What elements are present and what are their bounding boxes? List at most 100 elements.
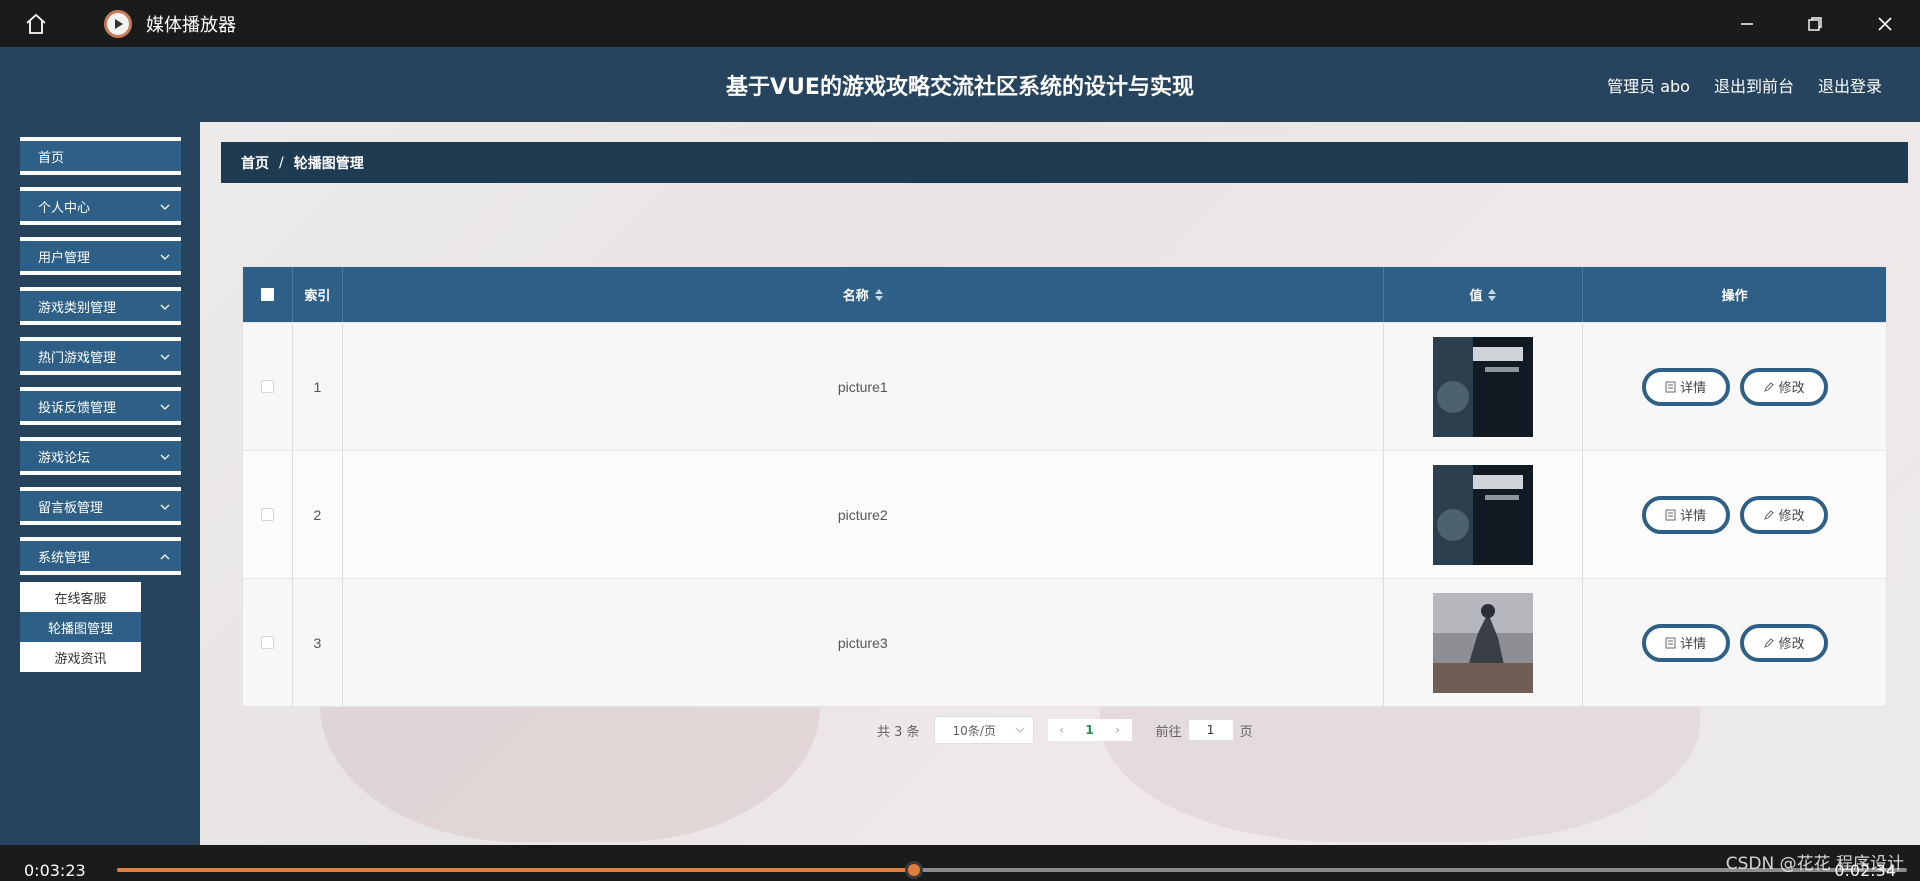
document-icon — [1665, 509, 1676, 520]
detail-button-label: 详情 — [1680, 637, 1707, 652]
header-name-label: 名称 — [842, 289, 869, 304]
detail-button[interactable]: 详情 — [1641, 623, 1730, 662]
header-index: 索引 — [293, 267, 343, 322]
restore-icon[interactable] — [1780, 0, 1850, 47]
sidebar-item-user-management[interactable]: 用户管理 — [20, 237, 181, 275]
edit-icon — [1763, 509, 1774, 520]
home-icon[interactable] — [18, 6, 54, 42]
sort-icon[interactable] — [1488, 288, 1497, 301]
header-value-label: 值 — [1469, 289, 1483, 304]
sort-icon[interactable] — [874, 288, 883, 301]
player-logo-icon — [104, 9, 132, 38]
carousel-thumbnail — [1432, 592, 1533, 693]
page-size-select[interactable]: 10条/页 — [933, 716, 1034, 744]
row-name: picture3 — [343, 579, 1384, 706]
chevron-down-icon — [160, 254, 170, 260]
back-to-front-link[interactable]: 退出到前台 — [1714, 73, 1794, 97]
logout-link[interactable]: 退出登录 — [1818, 73, 1882, 97]
breadcrumb-home[interactable]: 首页 — [241, 153, 269, 173]
chevron-down-icon — [160, 354, 170, 360]
table-row: 3 picture3 详情 修改 — [243, 578, 1886, 706]
sidebar-item-forum[interactable]: 游戏论坛 — [20, 437, 181, 475]
chevron-down-icon — [1015, 727, 1024, 733]
detail-button[interactable]: 详情 — [1641, 495, 1730, 534]
edit-button-label: 修改 — [1778, 381, 1805, 396]
watermark-text: CSDN @花花 程序设计 — [1725, 854, 1904, 874]
chevron-down-icon — [160, 204, 170, 210]
row-value-image — [1384, 579, 1584, 706]
player-title: 媒体播放器 — [146, 14, 236, 36]
chevron-down-icon — [160, 504, 170, 510]
current-time: 0:03:23 — [24, 861, 86, 880]
chevron-down-icon — [160, 404, 170, 410]
row-index: 3 — [293, 579, 343, 706]
header-value[interactable]: 值 — [1384, 267, 1584, 322]
next-page-icon[interactable]: › — [1104, 723, 1132, 737]
table-row: 1 picture1 详情 修改 — [243, 322, 1886, 450]
sidebar: 首页 个人中心 用户管理 游戏类别管理 热门游戏管理 投诉反馈管理 游戏论坛 留… — [0, 122, 200, 845]
edit-button[interactable]: 修改 — [1739, 495, 1828, 534]
chevron-down-icon — [160, 454, 170, 460]
edit-button-label: 修改 — [1778, 509, 1805, 524]
seek-bar[interactable] — [117, 861, 1907, 879]
sidebar-item-home[interactable]: 首页 — [20, 137, 181, 175]
row-actions: 详情 修改 — [1583, 579, 1886, 706]
carousel-table: 索引 名称 值 操作 1 picture1 详情 修改 2 picture2 详… — [242, 266, 1887, 707]
sidebar-item-label: 投诉反馈管理 — [38, 400, 117, 416]
edit-button[interactable]: 修改 — [1739, 367, 1828, 406]
sidebar-item-feedback[interactable]: 投诉反馈管理 — [20, 387, 181, 425]
detail-button[interactable]: 详情 — [1641, 367, 1730, 406]
row-index: 1 — [293, 323, 343, 450]
sidebar-item-label: 用户管理 — [38, 250, 91, 266]
submenu-item-carousel[interactable]: 轮播图管理 — [20, 612, 141, 642]
sidebar-item-system-management[interactable]: 系统管理 — [20, 537, 181, 575]
goto-page-input[interactable]: 1 — [1187, 719, 1234, 741]
close-icon[interactable] — [1850, 0, 1920, 47]
pagination-total: 共 3 条 — [877, 724, 920, 740]
document-icon — [1665, 381, 1676, 392]
seek-handle[interactable] — [904, 861, 923, 879]
minimize-icon[interactable] — [1712, 0, 1782, 47]
row-value-image — [1384, 323, 1584, 450]
sidebar-item-label: 系统管理 — [38, 550, 91, 566]
current-page[interactable]: 1 — [1076, 723, 1104, 737]
page-size-value: 10条/页 — [952, 723, 996, 738]
edit-icon — [1763, 381, 1774, 392]
media-player-titlebar: 媒体播放器 — [0, 0, 1920, 47]
row-value-image — [1384, 451, 1584, 578]
sidebar-item-label: 个人中心 — [38, 200, 91, 216]
pagination: 共 3 条 10条/页 ‹ 1 › 前往 1 页 — [877, 716, 1253, 744]
sidebar-item-message-board[interactable]: 留言板管理 — [20, 487, 181, 525]
sidebar-item-label: 首页 — [38, 150, 65, 166]
sidebar-item-label: 热门游戏管理 — [38, 350, 117, 366]
chevron-up-icon — [160, 554, 170, 560]
edit-button[interactable]: 修改 — [1739, 623, 1828, 662]
system-submenu: 在线客服 轮播图管理 游戏资讯 — [20, 582, 141, 672]
page-unit-label: 页 — [1239, 724, 1253, 740]
sidebar-item-personal-center[interactable]: 个人中心 — [20, 187, 181, 225]
row-checkbox[interactable] — [243, 579, 293, 706]
document-icon — [1665, 637, 1676, 648]
breadcrumb-separator: / — [279, 154, 284, 171]
goto-label: 前往 — [1155, 724, 1182, 740]
sidebar-item-game-category[interactable]: 游戏类别管理 — [20, 287, 181, 325]
header-name[interactable]: 名称 — [343, 267, 1384, 322]
playback-bar: 0:03:23 0:02:34 — [0, 845, 1920, 881]
main-content: 首页 / 轮播图管理 索引 名称 值 操作 1 picture1 详情 修改 2… — [200, 122, 1920, 845]
prev-page-icon[interactable]: ‹ — [1048, 723, 1076, 737]
sidebar-item-hot-games[interactable]: 热门游戏管理 — [20, 337, 181, 375]
submenu-item-online-service[interactable]: 在线客服 — [20, 582, 141, 612]
select-all-checkbox[interactable] — [243, 267, 293, 322]
row-actions: 详情 修改 — [1583, 451, 1886, 578]
row-name: picture2 — [343, 451, 1384, 578]
submenu-item-game-news[interactable]: 游戏资讯 — [20, 642, 141, 672]
row-checkbox[interactable] — [243, 323, 293, 450]
table-header: 索引 名称 值 操作 — [243, 267, 1886, 322]
admin-label: 管理员 abo — [1607, 77, 1690, 96]
chevron-down-icon — [160, 304, 170, 310]
row-index: 2 — [293, 451, 343, 578]
edit-button-label: 修改 — [1778, 637, 1805, 652]
app-header: 基于VUE的游戏攻略交流社区系统的设计与实现 管理员 abo 退出到前台 退出登… — [0, 47, 1920, 122]
sidebar-item-label: 留言板管理 — [38, 500, 104, 516]
row-checkbox[interactable] — [243, 451, 293, 578]
